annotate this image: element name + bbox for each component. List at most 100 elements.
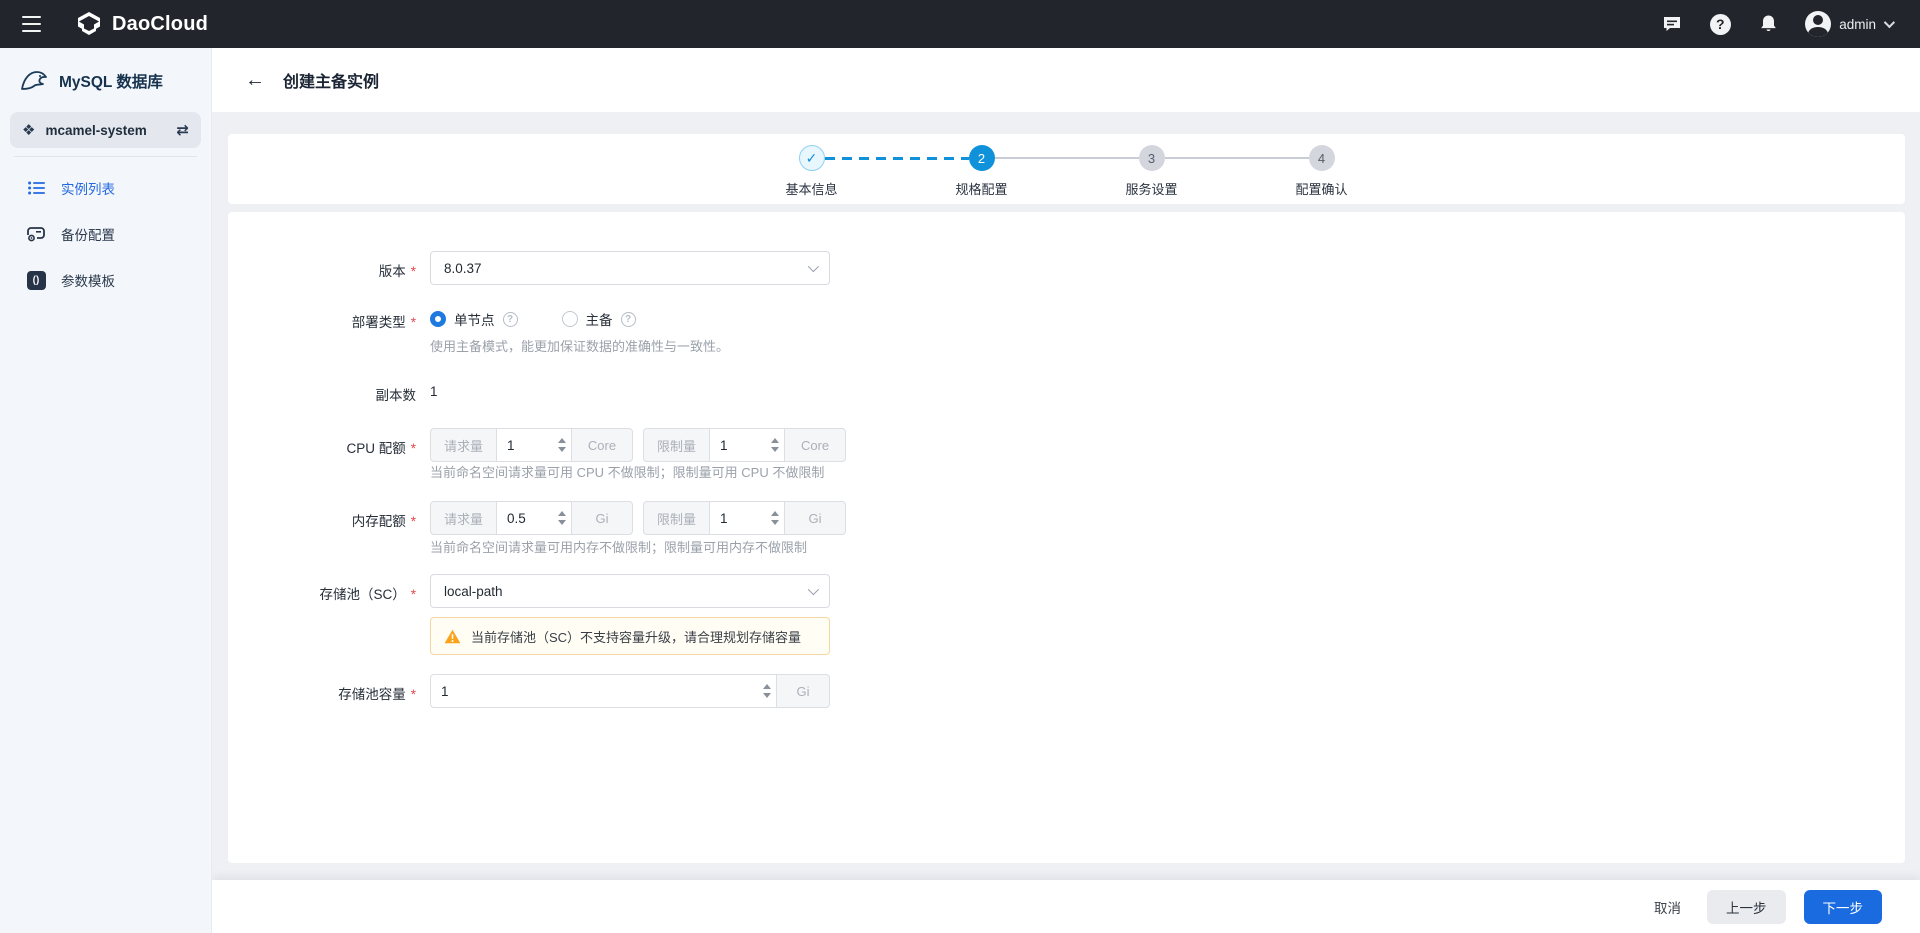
step-connector <box>1165 145 1309 171</box>
radio-primary-backup[interactable]: 主备 ? <box>562 309 636 329</box>
required-asterisk: * <box>411 514 416 529</box>
deploy-type-helper: 使用主备模式，能更加保证数据的准确性与一致性。 <box>430 338 1905 356</box>
memory-unit-addon: Gi <box>784 501 846 535</box>
spec-config-form: 版本* 8.0.37 部署类型* 单节点 ? 主备 ? <box>228 212 1905 863</box>
help-glyph: ? <box>1716 16 1725 32</box>
spinner-up-icon[interactable] <box>771 438 779 443</box>
cpu-limit-input-box <box>709 428 785 462</box>
notification-bell-icon[interactable] <box>1757 13 1779 35</box>
daocloud-cube-icon <box>76 11 102 37</box>
spinner-up-icon[interactable] <box>558 438 566 443</box>
spinner-down-icon[interactable] <box>771 520 779 525</box>
radio-label: 单节点 <box>454 309 495 329</box>
radio-single-node[interactable]: 单节点 ? <box>430 309 518 329</box>
step-spec-config[interactable]: 2 规格配置 <box>969 145 995 171</box>
storage-capacity-input-box <box>430 674 777 708</box>
sidebar-item-backup-config[interactable]: 备份配置 <box>0 211 211 257</box>
request-addon: 请求量 <box>430 428 497 462</box>
step-label: 服务设置 <box>1126 179 1178 198</box>
storage-capacity-unit-addon: Gi <box>776 674 830 708</box>
brand-logo: DaoCloud <box>76 11 208 37</box>
storage-capacity-input[interactable] <box>431 675 776 707</box>
cpu-request-input-box <box>496 428 572 462</box>
next-step-button[interactable]: 下一步 <box>1804 890 1883 924</box>
sidebar: MySQL 数据库 ❖ mcamel-system ⇄ 实例列表 备份配置 ()… <box>0 48 212 933</box>
memory-quota-helper: 当前命名空间请求量可用内存不做限制；限制量可用内存不做限制 <box>430 539 1905 557</box>
memory-unit-addon: Gi <box>571 501 633 535</box>
sidebar-item-param-template[interactable]: () 参数模板 <box>0 257 211 303</box>
step-label: 基本信息 <box>786 179 838 198</box>
hamburger-menu-icon[interactable] <box>0 0 62 48</box>
spinner-down-icon[interactable] <box>558 447 566 452</box>
sidebar-item-instance-list[interactable]: 实例列表 <box>0 165 211 211</box>
step-basic-info[interactable]: ✓ 基本信息 <box>799 145 825 171</box>
storage-class-label: 存储池（SC）* <box>228 574 416 608</box>
help-tooltip-icon[interactable]: ? <box>621 312 636 327</box>
sidebar-divider <box>14 156 197 157</box>
backup-icon <box>26 226 46 242</box>
chevron-down-icon <box>808 584 819 595</box>
step-check-icon: ✓ <box>806 150 818 167</box>
step-label: 规格配置 <box>956 179 1008 198</box>
version-label: 版本* <box>228 251 416 285</box>
sidebar-item-label: 实例列表 <box>61 178 115 198</box>
memory-quota-label: 内存配额* <box>228 501 416 535</box>
request-addon: 请求量 <box>430 501 497 535</box>
main-content: ← 创建主备实例 ✓ 基本信息 2 规格配置 3 服务设置 4 配置确认 <box>212 48 1920 933</box>
user-name: admin <box>1839 17 1876 32</box>
memory-request-group: 请求量 Gi <box>430 501 633 535</box>
switch-workspace-icon[interactable]: ⇄ <box>176 121 189 139</box>
spinner-up-icon[interactable] <box>771 511 779 516</box>
page-title: 创建主备实例 <box>283 68 379 92</box>
replicas-label: 副本数 <box>228 384 416 404</box>
workspace-selector[interactable]: ❖ mcamel-system ⇄ <box>10 112 201 148</box>
help-icon[interactable]: ? <box>1709 13 1731 35</box>
limit-addon: 限制量 <box>643 501 710 535</box>
sidebar-header: MySQL 数据库 <box>0 48 211 110</box>
help-tooltip-icon[interactable]: ? <box>503 312 518 327</box>
spinner-down-icon[interactable] <box>771 447 779 452</box>
cancel-button[interactable]: 取消 <box>1646 897 1689 917</box>
memory-limit-group: 限制量 Gi <box>643 501 846 535</box>
replicas-value: 1 <box>430 384 438 404</box>
step-number: 3 <box>1148 151 1155 166</box>
feedback-chat-icon[interactable] <box>1661 13 1683 35</box>
list-icon <box>26 181 46 195</box>
radio-icon[interactable] <box>430 311 446 327</box>
param-glyph: () <box>33 275 40 286</box>
step-service-settings[interactable]: 3 服务设置 <box>1139 145 1165 171</box>
step-config-confirm[interactable]: 4 配置确认 <box>1309 145 1335 171</box>
version-select[interactable]: 8.0.37 <box>430 251 830 285</box>
warning-text: 当前存储池（SC）不支持容量升级，请合理规划存储容量 <box>471 627 801 646</box>
prev-step-button[interactable]: 上一步 <box>1707 890 1786 924</box>
storage-capacity-label: 存储池容量* <box>228 674 416 708</box>
storage-capacity-group: Gi <box>430 674 830 708</box>
limit-addon: 限制量 <box>643 428 710 462</box>
spinner-down-icon[interactable] <box>558 520 566 525</box>
brand-name: DaoCloud <box>112 13 208 36</box>
spinner-down-icon[interactable] <box>763 693 771 698</box>
deploy-type-label: 部署类型* <box>228 302 416 336</box>
warning-icon <box>444 629 461 644</box>
back-arrow-icon[interactable]: ← <box>245 70 265 90</box>
step-label: 配置确认 <box>1296 179 1348 198</box>
page-titlebar: ← 创建主备实例 <box>212 48 1920 112</box>
spinner-up-icon[interactable] <box>763 684 771 689</box>
version-value: 8.0.37 <box>444 261 482 276</box>
storage-class-select[interactable]: local-path <box>430 574 830 608</box>
user-avatar <box>1805 11 1831 37</box>
sidebar-title: MySQL 数据库 <box>59 70 163 92</box>
stepper: ✓ 基本信息 2 规格配置 3 服务设置 4 配置确认 <box>799 145 1335 204</box>
user-menu[interactable]: admin <box>1805 11 1892 37</box>
spinner-up-icon[interactable] <box>558 511 566 516</box>
wizard-footer: 取消 上一步 下一步 <box>212 880 1920 933</box>
storage-class-value: local-path <box>444 584 503 599</box>
cpu-unit-addon: Core <box>571 428 633 462</box>
radio-icon[interactable] <box>562 311 578 327</box>
cpu-request-group: 请求量 Core <box>430 428 633 462</box>
cpu-quota-helper: 当前命名空间请求量可用 CPU 不做限制；限制量可用 CPU 不做限制 <box>430 464 1905 482</box>
sidebar-item-label: 参数模板 <box>61 270 115 290</box>
step-connector <box>825 145 969 171</box>
cpu-quota-label: CPU 配额* <box>228 428 416 462</box>
memory-request-input-box <box>496 501 572 535</box>
